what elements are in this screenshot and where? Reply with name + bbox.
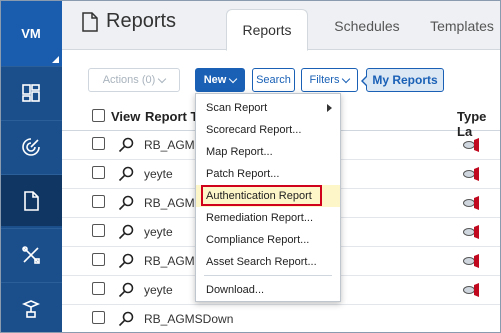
new-report-menu: Scan Report Scorecard Report... Map Repo… bbox=[195, 93, 341, 302]
asset-network-icon bbox=[21, 299, 41, 318]
dashboard-icon bbox=[22, 83, 40, 102]
magnifier-icon[interactable] bbox=[118, 224, 134, 240]
menu-item-remediation-report[interactable]: Remediation Report... bbox=[196, 207, 340, 229]
tab-templates[interactable]: Templates bbox=[420, 9, 501, 43]
report-title[interactable]: RB_AGM bbox=[144, 254, 195, 268]
tag-notch-inner bbox=[363, 76, 368, 86]
report-title[interactable]: RB_AGMSDown bbox=[144, 312, 233, 326]
chevron-down-icon bbox=[229, 74, 238, 83]
my-reports-label: My Reports bbox=[372, 73, 438, 87]
scan-radar-icon bbox=[22, 137, 40, 156]
remediation-tools-icon bbox=[22, 245, 40, 264]
magnifier-icon[interactable] bbox=[118, 311, 134, 327]
report-type-icon bbox=[463, 167, 479, 181]
my-reports-tag[interactable]: My Reports bbox=[361, 68, 444, 92]
row-checkbox[interactable] bbox=[92, 166, 105, 179]
menu-item-patch-report[interactable]: Patch Report... bbox=[196, 163, 340, 185]
chevron-right-icon bbox=[327, 104, 332, 112]
report-type-icon bbox=[463, 225, 479, 239]
row-checkbox[interactable] bbox=[92, 311, 105, 324]
report-type-icon bbox=[463, 283, 479, 297]
sidebar-item-dashboard[interactable] bbox=[0, 66, 62, 118]
document-icon bbox=[82, 12, 98, 32]
table-row[interactable]: RB_AGMSDown bbox=[62, 305, 501, 333]
column-header-view[interactable]: View bbox=[111, 109, 140, 124]
search-button[interactable]: Search bbox=[252, 68, 295, 92]
page-title: Reports bbox=[106, 10, 177, 32]
magnifier-icon[interactable] bbox=[118, 282, 134, 298]
new-button[interactable]: New bbox=[195, 68, 245, 92]
sidebar: VM bbox=[0, 0, 62, 333]
tab-reports[interactable]: Reports bbox=[226, 9, 308, 51]
row-checkbox[interactable] bbox=[92, 253, 105, 266]
toolbar: Actions (0) New Search Filters My Report… bbox=[62, 51, 501, 98]
chevron-down-icon bbox=[158, 74, 167, 83]
row-checkbox[interactable] bbox=[92, 224, 105, 237]
app-brand[interactable]: VM bbox=[0, 0, 62, 66]
report-type-icon bbox=[463, 254, 479, 268]
row-checkbox[interactable] bbox=[92, 282, 105, 295]
brand-label: VM bbox=[21, 25, 41, 41]
menu-item-asset-search-report[interactable]: Asset Search Report... bbox=[196, 251, 340, 273]
menu-item-download[interactable]: Download... bbox=[196, 279, 340, 301]
reports-document-icon bbox=[24, 190, 39, 211]
actions-button[interactable]: Actions (0) bbox=[88, 68, 180, 92]
row-checkbox[interactable] bbox=[92, 137, 105, 150]
magnifier-icon[interactable] bbox=[118, 253, 134, 269]
column-header-title[interactable]: Report T bbox=[145, 109, 198, 124]
select-all-checkbox[interactable] bbox=[92, 109, 105, 122]
page-header: Reports Reports Schedules Templates bbox=[62, 0, 501, 51]
report-title[interactable]: yeyte bbox=[144, 225, 173, 239]
sidebar-item-remediation[interactable] bbox=[0, 228, 62, 280]
report-type-icon bbox=[463, 138, 479, 152]
menu-item-label: Authentication Report bbox=[206, 190, 312, 202]
brand-corner-indicator bbox=[52, 56, 59, 63]
menu-item-scorecard-report[interactable]: Scorecard Report... bbox=[196, 119, 340, 141]
filters-button[interactable]: Filters bbox=[301, 68, 358, 92]
magnifier-icon[interactable] bbox=[118, 137, 134, 153]
sidebar-item-assets[interactable] bbox=[0, 282, 62, 333]
report-title[interactable]: RB_AGM bbox=[144, 196, 195, 210]
actions-label: Actions (0) bbox=[102, 74, 156, 86]
menu-divider bbox=[204, 275, 332, 276]
tab-schedules[interactable]: Schedules bbox=[324, 9, 410, 43]
menu-item-map-report[interactable]: Map Report... bbox=[196, 141, 340, 163]
row-checkbox[interactable] bbox=[92, 195, 105, 208]
menu-item-compliance-report[interactable]: Compliance Report... bbox=[196, 229, 340, 251]
filters-label: Filters bbox=[309, 74, 340, 86]
report-title[interactable]: yeyte bbox=[144, 283, 173, 297]
report-type-icon bbox=[463, 196, 479, 210]
magnifier-icon[interactable] bbox=[118, 166, 134, 182]
report-title[interactable]: RB_AGMS bbox=[144, 138, 203, 152]
new-label: New bbox=[203, 74, 227, 86]
sidebar-item-scans[interactable] bbox=[0, 120, 62, 172]
menu-item-label: Scan Report bbox=[206, 102, 268, 114]
magnifier-icon[interactable] bbox=[118, 195, 134, 211]
menu-item-scan-report[interactable]: Scan Report bbox=[196, 97, 340, 119]
chevron-down-icon bbox=[342, 74, 351, 83]
menu-item-authentication-report[interactable]: Authentication Report bbox=[196, 185, 340, 207]
report-title[interactable]: yeyte bbox=[144, 167, 173, 181]
sidebar-item-reports[interactable] bbox=[0, 174, 62, 226]
